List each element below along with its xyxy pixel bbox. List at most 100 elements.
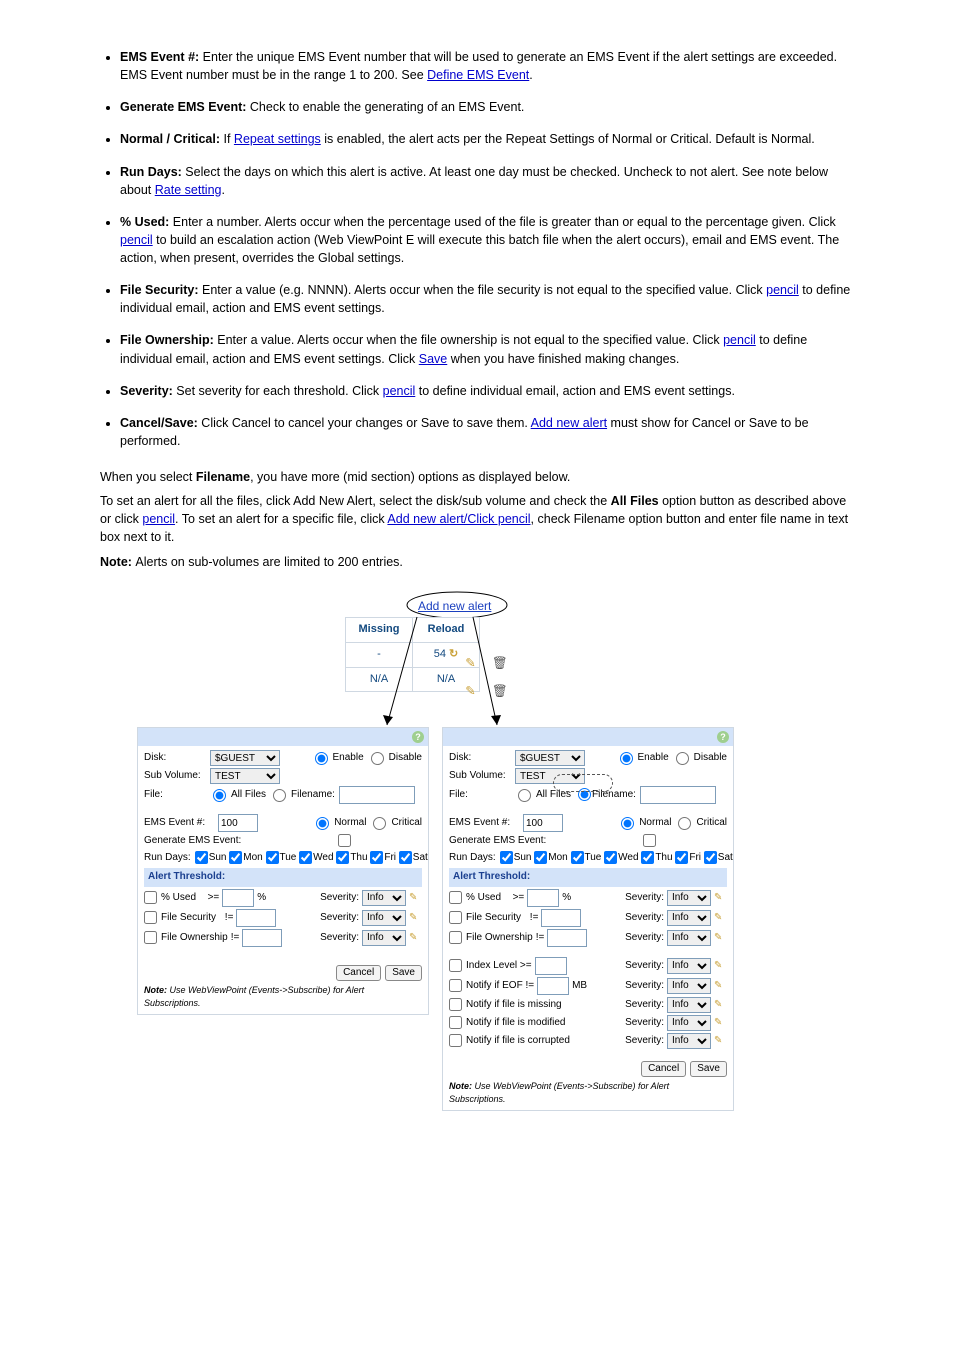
check-mon[interactable] (534, 851, 547, 864)
check-generate-ems[interactable] (643, 834, 656, 847)
link-pencil[interactable]: pencil (142, 512, 175, 526)
label-ge: >= (513, 891, 525, 906)
link-pencil[interactable]: pencil (723, 333, 756, 347)
radio-normal[interactable] (316, 817, 329, 830)
bullet-severity: Severity: Set severity for each threshol… (120, 382, 894, 400)
select-disk[interactable]: $GUEST (210, 750, 280, 766)
check-pct-used[interactable] (449, 891, 462, 904)
radio-all-files[interactable] (518, 789, 531, 802)
radio-enable[interactable] (620, 752, 633, 765)
cancel-button[interactable]: Cancel (336, 965, 381, 981)
input-pct-used[interactable] (527, 889, 559, 907)
label-severity: Severity: (625, 911, 664, 926)
check-thu[interactable] (641, 851, 654, 864)
help-icon[interactable]: ? (412, 731, 424, 743)
select-severity[interactable]: Info (362, 890, 406, 906)
link-pencil[interactable]: pencil (120, 233, 153, 247)
label-day: Sat (413, 852, 428, 863)
radio-all-files[interactable] (213, 789, 226, 802)
select-severity[interactable]: Info (667, 910, 711, 926)
input-file-security[interactable] (236, 909, 276, 927)
check-corrupted[interactable] (449, 1034, 462, 1047)
select-subvolume[interactable]: TEST (210, 768, 280, 784)
select-severity[interactable]: Info (667, 1033, 711, 1049)
check-index-level[interactable] (449, 959, 462, 972)
input-eof[interactable] (537, 977, 569, 995)
check-tue[interactable] (571, 851, 584, 864)
check-file-security[interactable] (449, 911, 462, 924)
check-sun[interactable] (500, 851, 513, 864)
radio-enable[interactable] (315, 752, 328, 765)
label-critical: Critical (696, 816, 727, 831)
check-file-security[interactable] (144, 911, 157, 924)
save-button[interactable]: Save (690, 1061, 727, 1077)
input-ems[interactable] (523, 814, 563, 832)
cancel-button[interactable]: Cancel (641, 1061, 686, 1077)
radio-disable[interactable] (371, 752, 384, 765)
label-pct: % (257, 891, 266, 906)
check-wed[interactable] (604, 851, 617, 864)
check-file-ownership[interactable] (144, 931, 157, 944)
radio-filename[interactable] (273, 789, 286, 802)
pencil-icon[interactable]: ✎ (714, 998, 727, 1011)
select-severity[interactable]: Info (667, 958, 711, 974)
link-add-new-alert[interactable]: Add new alert (531, 416, 607, 430)
select-severity[interactable]: Info (667, 978, 711, 994)
input-index-level[interactable] (535, 957, 567, 975)
label-file-ownership: File Ownership (466, 931, 533, 946)
label-file: File: (449, 788, 511, 803)
radio-disable[interactable] (676, 752, 689, 765)
input-filename[interactable] (339, 786, 415, 804)
check-pct-used[interactable] (144, 891, 157, 904)
link-define-ems[interactable]: Define EMS Event (427, 68, 529, 82)
check-eof[interactable] (449, 979, 462, 992)
link-pencil[interactable]: pencil (766, 283, 799, 297)
pencil-icon[interactable]: ✎ (714, 931, 727, 944)
check-fri[interactable] (370, 851, 383, 864)
input-filename[interactable] (640, 786, 716, 804)
pencil-icon[interactable]: ✎ (409, 931, 422, 944)
check-mon[interactable] (229, 851, 242, 864)
input-file-ownership[interactable] (547, 929, 587, 947)
pencil-icon[interactable]: ✎ (714, 979, 727, 992)
radio-critical[interactable] (373, 817, 386, 830)
input-ems[interactable] (218, 814, 258, 832)
link-repeat-settings[interactable]: Repeat settings (234, 132, 321, 146)
select-severity[interactable]: Info (667, 930, 711, 946)
link-pencil[interactable]: pencil (383, 384, 416, 398)
check-generate-ems[interactable] (338, 834, 351, 847)
pencil-icon[interactable]: ✎ (714, 1034, 727, 1047)
check-missing[interactable] (449, 998, 462, 1011)
check-fri[interactable] (675, 851, 688, 864)
check-sun[interactable] (195, 851, 208, 864)
check-tue[interactable] (266, 851, 279, 864)
check-sat[interactable] (704, 851, 717, 864)
select-severity[interactable]: Info (667, 1015, 711, 1031)
check-sat[interactable] (399, 851, 412, 864)
save-button[interactable]: Save (385, 965, 422, 981)
input-file-ownership[interactable] (242, 929, 282, 947)
check-thu[interactable] (336, 851, 349, 864)
link-rate-setting[interactable]: Rate setting (155, 183, 222, 197)
link-add-or-pencil[interactable]: Add new alert/Click pencil (387, 512, 530, 526)
input-file-security[interactable] (541, 909, 581, 927)
pencil-icon[interactable]: ✎ (409, 911, 422, 924)
pencil-icon[interactable]: ✎ (409, 891, 422, 904)
help-icon[interactable]: ? (717, 731, 729, 743)
check-wed[interactable] (299, 851, 312, 864)
select-severity[interactable]: Info (667, 890, 711, 906)
pencil-icon[interactable]: ✎ (714, 891, 727, 904)
check-file-ownership[interactable] (449, 931, 462, 944)
check-modified[interactable] (449, 1016, 462, 1029)
radio-normal[interactable] (621, 817, 634, 830)
input-pct-used[interactable] (222, 889, 254, 907)
radio-critical[interactable] (678, 817, 691, 830)
link-save[interactable]: Save (419, 352, 448, 366)
select-severity[interactable]: Info (667, 997, 711, 1013)
select-severity[interactable]: Info (362, 930, 406, 946)
select-disk[interactable]: $GUEST (515, 750, 585, 766)
pencil-icon[interactable]: ✎ (714, 911, 727, 924)
pencil-icon[interactable]: ✎ (714, 1016, 727, 1029)
pencil-icon[interactable]: ✎ (714, 959, 727, 972)
select-severity[interactable]: Info (362, 910, 406, 926)
